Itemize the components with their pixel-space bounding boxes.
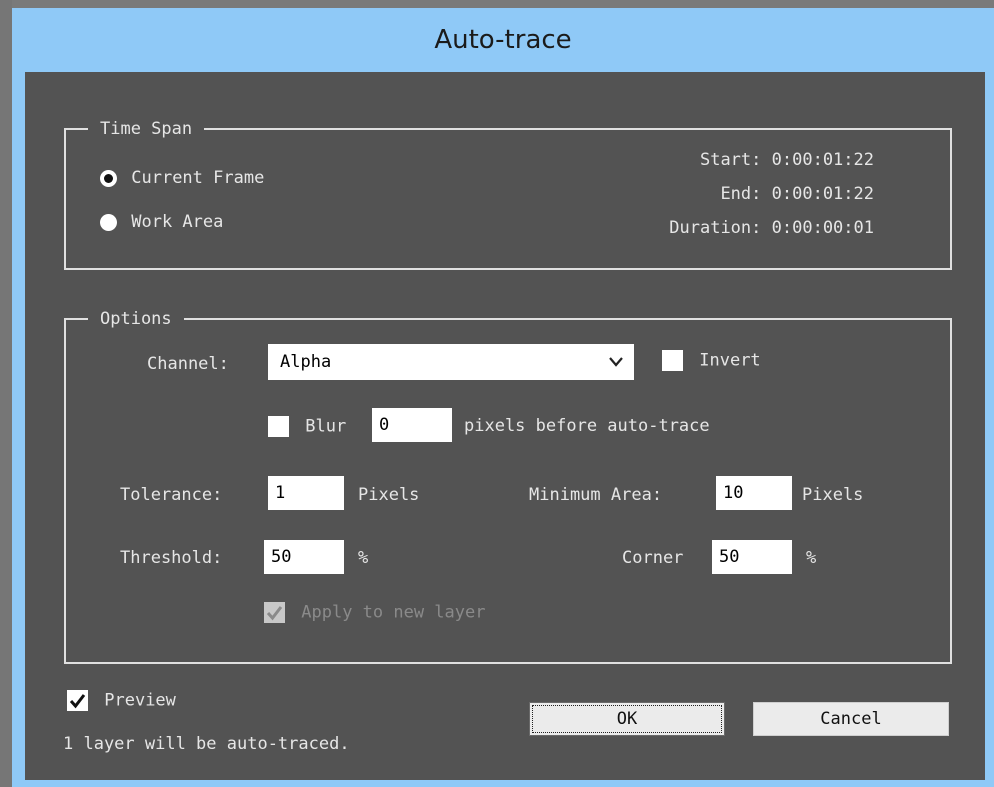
duration-row: Duration: 0:00:00:01 [669, 218, 874, 238]
blur-checkbox-box[interactable] [268, 416, 289, 437]
options-group: Options Channel: Alpha Invert Blur 0 pix… [64, 307, 952, 664]
channel-label: Channel: [147, 354, 229, 374]
ok-button[interactable]: OK [529, 702, 725, 736]
status-text: 1 layer will be auto-traced. [63, 734, 350, 754]
checkmark-icon [69, 694, 86, 709]
channel-value: Alpha [280, 352, 332, 372]
tolerance-label: Tolerance: [120, 485, 223, 505]
threshold-label: Threshold: [120, 548, 223, 568]
tolerance-input[interactable]: 1 [268, 476, 344, 510]
blur-checkbox[interactable]: Blur [268, 416, 346, 437]
threshold-input[interactable]: 50 [264, 540, 344, 574]
tolerance-unit: Pixels [358, 485, 420, 505]
radio-current-frame-indicator[interactable] [100, 169, 117, 187]
channel-select[interactable]: Alpha [268, 344, 634, 380]
end-label: End: [720, 184, 762, 204]
radio-current-frame[interactable]: Current Frame [100, 168, 264, 188]
start-label: Start: [699, 150, 762, 170]
preview-checkbox[interactable]: Preview [67, 690, 176, 711]
preview-checkbox-box[interactable] [67, 690, 88, 711]
outer-frame-top [0, 0, 994, 8]
corner-input[interactable]: 50 [712, 540, 792, 574]
end-row: End: 0:00:01:22 [720, 184, 874, 204]
blur-suffix: pixels before auto-trace [464, 416, 710, 436]
min-area-unit: Pixels [802, 485, 864, 505]
duration-label: Duration: [669, 218, 762, 238]
end-value: 0:00:01:22 [771, 184, 874, 204]
window-title: Auto-trace [434, 25, 572, 55]
min-area-input[interactable]: 10 [716, 476, 792, 510]
title-bar[interactable]: Auto-trace [12, 8, 994, 72]
radio-work-area[interactable]: Work Area [100, 212, 223, 232]
start-row: Start: 0:00:01:22 [700, 150, 874, 170]
apply-checkbox-box[interactable] [264, 602, 285, 623]
radio-work-area-label: Work Area [131, 212, 224, 232]
dialog-client: Time Span Current Frame Work Area Start:… [25, 72, 985, 780]
blur-label: Blur [305, 416, 347, 437]
threshold-unit: % [358, 548, 369, 568]
invert-checkbox[interactable]: Invert [662, 350, 761, 371]
min-area-label: Minimum Area: [529, 485, 663, 505]
time-span-group: Time Span Current Frame Work Area Start:… [64, 117, 952, 270]
radio-work-area-indicator[interactable] [100, 213, 117, 231]
blur-input[interactable]: 0 [372, 408, 452, 442]
radio-current-frame-label: Current Frame [131, 168, 265, 188]
outer-frame-left [0, 0, 12, 787]
options-legend: Options [88, 307, 184, 331]
corner-unit: % [806, 548, 817, 568]
invert-label: Invert [699, 350, 761, 371]
preview-label: Preview [104, 690, 176, 711]
apply-label: Apply to new layer [301, 602, 486, 623]
cancel-button[interactable]: Cancel [753, 702, 949, 736]
duration-value: 0:00:00:01 [771, 218, 874, 238]
apply-new-layer-checkbox[interactable]: Apply to new layer [264, 602, 485, 623]
invert-checkbox-box[interactable] [662, 350, 683, 371]
time-span-legend: Time Span [88, 117, 205, 141]
checkmark-icon [266, 606, 283, 621]
chevron-down-icon [608, 344, 624, 393]
corner-label: Corner [622, 548, 684, 568]
start-value: 0:00:01:22 [771, 150, 874, 170]
